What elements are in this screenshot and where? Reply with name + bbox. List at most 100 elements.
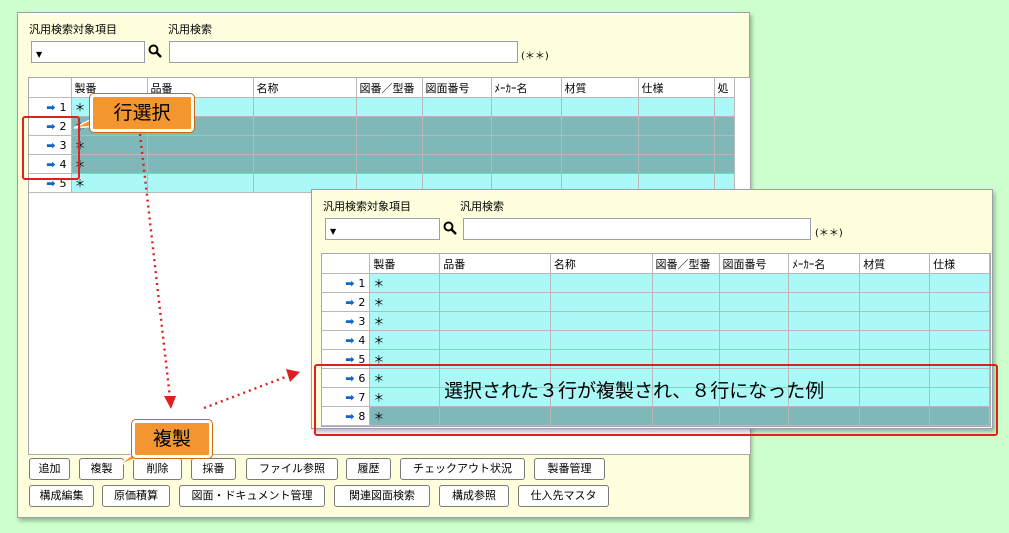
cell[interactable] <box>422 116 492 136</box>
seiban-cell[interactable]: ＊ <box>71 135 148 155</box>
cell[interactable] <box>439 330 551 350</box>
history-button[interactable]: 履歴 <box>346 458 391 480</box>
column-header[interactable]: 処 <box>714 78 735 98</box>
column-header[interactable]: 図面番号 <box>422 78 492 98</box>
cell[interactable] <box>929 273 990 293</box>
cell[interactable] <box>550 311 653 331</box>
cell[interactable] <box>714 116 735 136</box>
cell[interactable] <box>561 97 639 117</box>
column-header[interactable]: 材質 <box>859 254 931 274</box>
cell[interactable] <box>859 273 931 293</box>
search-icon[interactable] <box>443 221 457 235</box>
cell[interactable] <box>929 330 990 350</box>
cell[interactable] <box>550 292 653 312</box>
table-row[interactable]: ➡ 3 ＊ <box>322 311 990 331</box>
cell[interactable] <box>652 292 720 312</box>
row-number[interactable]: ➡ 4 <box>322 330 371 350</box>
search-field-select[interactable]: ▼ <box>325 218 440 240</box>
cell[interactable] <box>253 135 357 155</box>
cell[interactable] <box>356 154 423 174</box>
cell[interactable] <box>788 330 861 350</box>
cell[interactable] <box>638 154 715 174</box>
structure-reference-button[interactable]: 構成参照 <box>439 485 509 507</box>
column-header[interactable]: 図番／型番 <box>356 78 423 98</box>
file-reference-button[interactable]: ファイル参照 <box>246 458 338 480</box>
cell[interactable] <box>652 330 720 350</box>
cost-estimate-button[interactable]: 原価積算 <box>102 485 170 507</box>
duplicate-button[interactable]: 複製 <box>79 458 124 480</box>
column-header[interactable]: 図番／型番 <box>652 254 720 274</box>
cell[interactable] <box>253 97 357 117</box>
cell[interactable] <box>719 330 790 350</box>
seiban-management-button[interactable]: 製番管理 <box>534 458 605 480</box>
cell[interactable] <box>719 311 790 331</box>
cell[interactable] <box>356 97 423 117</box>
cell[interactable] <box>422 154 492 174</box>
structure-edit-button[interactable]: 構成編集 <box>29 485 94 507</box>
table-row[interactable]: ➡ 4 ＊ <box>322 330 990 350</box>
row-number[interactable]: ➡ 3 <box>322 311 371 331</box>
table-row[interactable]: ➡ 4 ＊ <box>29 154 735 174</box>
cell[interactable] <box>439 273 551 293</box>
cell[interactable] <box>714 135 735 155</box>
cell[interactable] <box>356 135 423 155</box>
cell[interactable] <box>929 311 990 331</box>
numbering-button[interactable]: 採番 <box>191 458 236 480</box>
row-number[interactable]: ➡ 2 <box>322 292 371 312</box>
column-header[interactable]: 材質 <box>561 78 639 98</box>
seiban-cell[interactable]: ＊ <box>369 330 441 350</box>
cell[interactable] <box>491 116 562 136</box>
cell[interactable] <box>719 273 790 293</box>
cell[interactable] <box>561 154 639 174</box>
cell[interactable] <box>439 311 551 331</box>
add-button[interactable]: 追加 <box>29 458 70 480</box>
cell[interactable] <box>356 116 423 136</box>
cell[interactable] <box>422 97 492 117</box>
cell[interactable] <box>859 292 931 312</box>
seiban-cell[interactable]: ＊ <box>71 154 148 174</box>
seiban-cell[interactable]: ＊ <box>369 273 441 293</box>
table-row[interactable]: ➡ 2 ＊ <box>322 292 990 312</box>
cell[interactable] <box>929 292 990 312</box>
cell[interactable] <box>253 116 357 136</box>
cell[interactable] <box>147 154 254 174</box>
cell[interactable] <box>714 154 735 174</box>
column-header[interactable]: 仕様 <box>929 254 990 274</box>
row-number[interactable]: ➡ 1 <box>29 97 72 117</box>
cell[interactable] <box>638 97 715 117</box>
cell[interactable] <box>491 97 562 117</box>
checkout-status-button[interactable]: チェックアウト状況 <box>400 458 525 480</box>
cell[interactable] <box>652 273 720 293</box>
cell[interactable] <box>491 135 562 155</box>
column-header[interactable]: 仕様 <box>638 78 715 98</box>
column-header[interactable]: 製番 <box>369 254 441 274</box>
search-input[interactable] <box>169 41 518 63</box>
cell[interactable] <box>561 116 639 136</box>
column-header[interactable]: 品番 <box>439 254 551 274</box>
cell[interactable] <box>714 97 735 117</box>
column-header[interactable]: 図面番号 <box>719 254 790 274</box>
table-row[interactable]: ➡ 1 ＊ <box>322 273 990 293</box>
cell[interactable] <box>652 311 720 331</box>
cell[interactable] <box>147 135 254 155</box>
cell[interactable] <box>859 330 931 350</box>
search-field-select[interactable]: ▼ <box>31 41 145 63</box>
seiban-cell[interactable]: ＊ <box>71 173 148 193</box>
search-input[interactable] <box>463 218 811 240</box>
cell[interactable] <box>719 292 790 312</box>
related-drawing-search-button[interactable]: 関連図面検索 <box>334 485 430 507</box>
column-header[interactable]: 名称 <box>550 254 653 274</box>
drawing-document-button[interactable]: 図面・ドキュメント管理 <box>179 485 325 507</box>
seiban-cell[interactable]: ＊ <box>369 292 441 312</box>
cell[interactable] <box>439 292 551 312</box>
seiban-cell[interactable]: ＊ <box>369 311 441 331</box>
cell[interactable] <box>491 154 562 174</box>
table-row[interactable]: ➡ 3 ＊ <box>29 135 735 155</box>
cell[interactable] <box>788 273 861 293</box>
supplier-master-button[interactable]: 仕入先マスタ <box>518 485 609 507</box>
column-header[interactable]: 名称 <box>253 78 357 98</box>
cell[interactable] <box>788 292 861 312</box>
column-header[interactable]: ﾒｰｶｰ名 <box>491 78 562 98</box>
delete-button[interactable]: 削除 <box>133 458 182 480</box>
cell[interactable] <box>147 173 254 193</box>
